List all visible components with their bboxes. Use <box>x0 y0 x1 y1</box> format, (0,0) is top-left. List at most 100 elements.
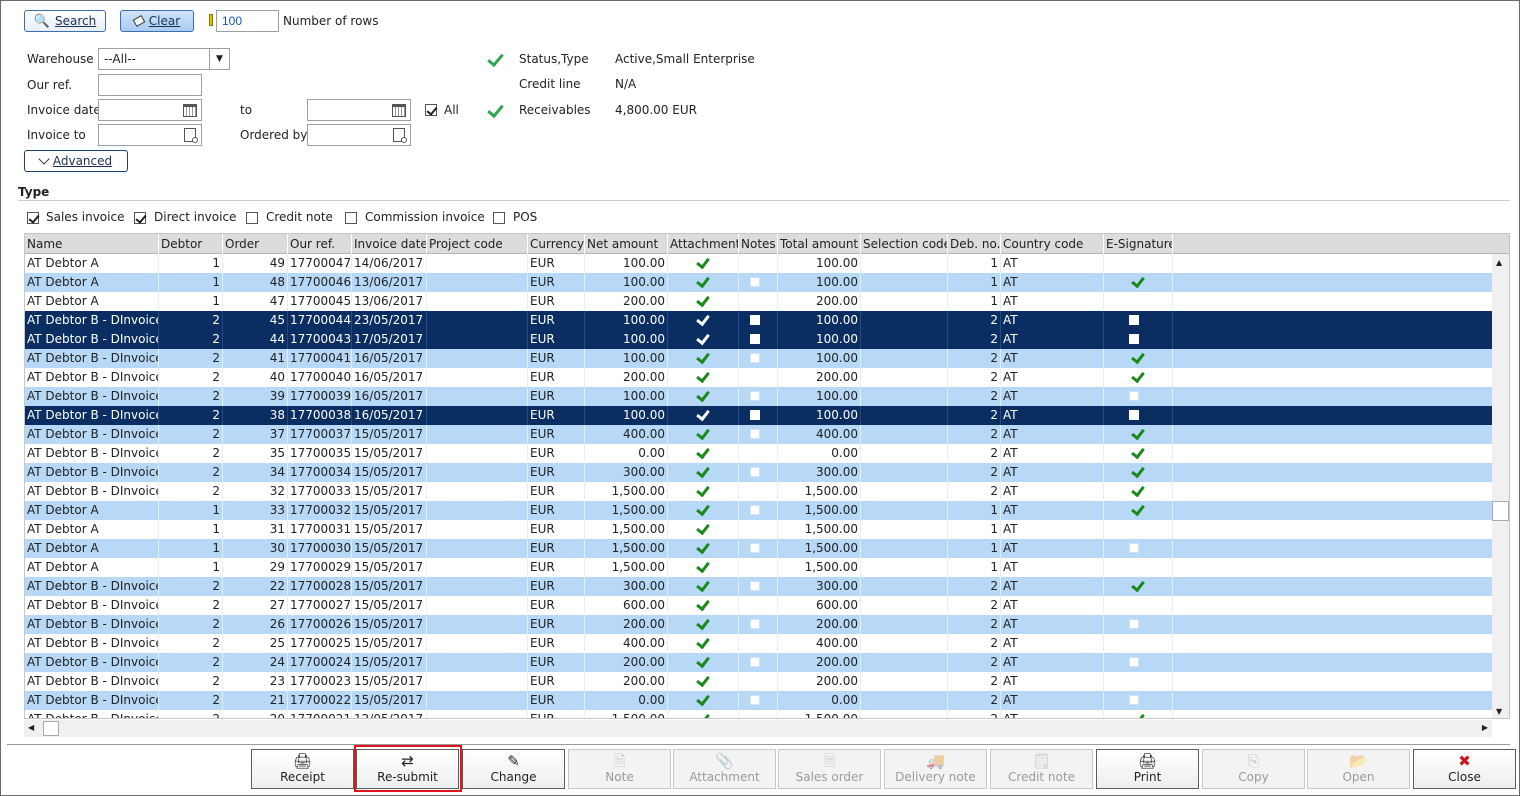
column-header[interactable]: Attachment <box>668 234 739 254</box>
cell-invoice-date: 15/05/2017 <box>352 558 427 577</box>
column-header[interactable]: Debtor <box>159 234 223 254</box>
table-row[interactable]: AT Debtor B - DInvoice 2 41 17700041 16/05/2… <box>25 349 1494 368</box>
table-row[interactable]: AT Debtor B - DInvoice 2 37 17700037 15/05/2… <box>25 425 1494 444</box>
receipt-button[interactable]: 🖨 Receipt <box>251 749 354 789</box>
table-row[interactable]: AT Debtor B - DInvoice 2 21 17700022 15/05/2… <box>25 691 1494 710</box>
table-row[interactable]: AT Debtor B - DInvoice 2 44 17700043 17/05/2… <box>25 330 1494 349</box>
table-row[interactable]: AT Debtor B - DInvoice 2 38 17700038 16/05/2… <box>25 406 1494 425</box>
calendar-icon[interactable] <box>389 100 409 120</box>
credit-note-button[interactable]: 🗒 Credit note <box>990 749 1093 789</box>
table-row[interactable]: AT Debtor A 1 31 17700031 15/05/2017 EUR 1,500… <box>25 520 1494 539</box>
cell-currency: EUR <box>528 615 585 634</box>
warehouse-select[interactable]: --All-- ▼ <box>98 48 230 70</box>
cell-attachment <box>668 501 739 520</box>
close-button[interactable]: ✖ Close <box>1413 749 1516 789</box>
chevron-down-icon[interactable]: ▼ <box>209 49 229 69</box>
scroll-right-icon[interactable]: ▶ <box>1482 723 1488 732</box>
cell-net-amount: 100.00 <box>585 387 668 406</box>
table-row[interactable]: AT Debtor A 1 49 17700047 14/06/2017 EUR 100.0… <box>25 254 1494 273</box>
cell-attachment <box>668 482 739 501</box>
cell-invoice-date: 15/05/2017 <box>352 672 427 691</box>
rows-count-input[interactable] <box>216 10 279 32</box>
column-header[interactable]: Order <box>223 234 288 254</box>
column-header[interactable]: Name <box>25 234 159 254</box>
column-header[interactable]: Deb. no. <box>948 234 1001 254</box>
horizontal-scrollbar[interactable]: ◀ ▶ <box>24 720 1492 737</box>
note-icon: 🗎 <box>613 752 626 770</box>
open-button[interactable]: 📂 Open <box>1307 749 1410 789</box>
scroll-down-icon[interactable]: ▼ <box>1496 707 1502 716</box>
column-header[interactable]: Project code <box>427 234 528 254</box>
all-dates-checkbox[interactable] <box>425 104 437 116</box>
our-ref-input[interactable] <box>98 74 202 96</box>
table-row[interactable]: AT Debtor B - DInvoice 2 26 17700026 15/05/2… <box>25 615 1494 634</box>
scroll-left-icon[interactable]: ◀ <box>28 723 34 732</box>
lookup-search-icon[interactable] <box>389 125 409 145</box>
scrollbar-thumb-h[interactable] <box>43 721 59 736</box>
table-row[interactable]: AT Debtor A 1 48 17700046 13/06/2017 EUR 100.0… <box>25 273 1494 292</box>
cell-our-ref-: 17700045 <box>288 292 352 311</box>
note-button[interactable]: 🗎 Note <box>568 749 671 789</box>
attachment-check-icon <box>696 482 710 498</box>
change-button[interactable]: ✎ Change <box>462 749 565 789</box>
type-checkbox-2[interactable] <box>246 212 258 224</box>
cell-our-ref-: 17700023 <box>288 672 352 691</box>
table-row[interactable]: AT Debtor B - DInvoice 2 45 17700044 23/05/2… <box>25 311 1494 330</box>
attachment-check-icon <box>696 330 710 346</box>
column-header[interactable]: Country code <box>1001 234 1104 254</box>
table-row[interactable]: AT Debtor B - DInvoice 2 32 17700033 15/05/2… <box>25 482 1494 501</box>
cell-notes <box>739 406 778 425</box>
table-row[interactable]: AT Debtor B - DInvoice 2 20 17700021 12/05/2… <box>25 710 1494 718</box>
lookup-search-icon[interactable] <box>180 125 200 145</box>
table-row[interactable]: AT Debtor A 1 30 17700030 15/05/2017 EUR 1,500… <box>25 539 1494 558</box>
calendar-icon[interactable] <box>180 100 200 120</box>
column-header[interactable]: Net amount <box>585 234 668 254</box>
vertical-scrollbar[interactable]: ▲ ▼ <box>1492 254 1509 718</box>
advanced-button[interactable]: Advanced <box>24 150 128 172</box>
scroll-up-icon[interactable]: ▲ <box>1496 258 1502 267</box>
table-row[interactable]: AT Debtor B - DInvoice 2 25 17700025 15/05/2… <box>25 634 1494 653</box>
cell-project-code <box>427 387 528 406</box>
type-checkbox-4[interactable] <box>493 212 505 224</box>
binoculars-icon: 🔍 <box>33 13 50 29</box>
invoice-to-input[interactable] <box>98 124 202 146</box>
column-header[interactable]: Total amount <box>778 234 861 254</box>
type-checkbox-1[interactable] <box>134 212 146 224</box>
column-header[interactable]: Invoice date <box>352 234 427 254</box>
print-button[interactable]: 🖨 Print <box>1096 749 1199 789</box>
search-button[interactable]: 🔍 Search <box>24 10 106 32</box>
ordered-by-input[interactable] <box>307 124 411 146</box>
type-checkbox-0[interactable] <box>27 212 39 224</box>
table-row[interactable]: AT Debtor B - DInvoice 2 34 17700034 15/05/2… <box>25 463 1494 482</box>
cell-total-amount: 200.00 <box>778 672 861 691</box>
copy-button[interactable]: ⎘ Copy <box>1202 749 1305 789</box>
scrollbar-thumb[interactable] <box>1492 501 1509 521</box>
table-row[interactable]: AT Debtor B - DInvoice 2 24 17700024 15/05/2… <box>25 653 1494 672</box>
cell-invoice-date: 15/05/2017 <box>352 539 427 558</box>
delivery-note-button[interactable]: 🚚 Delivery note <box>884 749 987 789</box>
table-row[interactable]: AT Debtor B - DInvoice 2 23 17700023 15/05/2… <box>25 672 1494 691</box>
table-row[interactable]: AT Debtor A 1 33 17700032 15/05/2017 EUR 1,500… <box>25 501 1494 520</box>
column-header[interactable]: Selection code <box>861 234 948 254</box>
clear-button[interactable]: Clear <box>120 10 194 32</box>
cell-project-code <box>427 330 528 349</box>
cell-attachment <box>668 311 739 330</box>
invoice-date-to-input[interactable] <box>307 99 411 121</box>
column-header[interactable]: E-Signature <box>1104 234 1173 254</box>
table-row[interactable]: AT Debtor B - DInvoice 2 40 17700040 16/05/2… <box>25 368 1494 387</box>
table-row[interactable]: AT Debtor A 1 29 17700029 15/05/2017 EUR 1,500… <box>25 558 1494 577</box>
column-header[interactable]: Our ref. <box>288 234 352 254</box>
table-row[interactable]: AT Debtor B - DInvoice 2 39 17700039 16/05/2… <box>25 387 1494 406</box>
cell-total-amount: 400.00 <box>778 425 861 444</box>
cell-net-amount: 1,500.00 <box>585 558 668 577</box>
invoice-date-from-input[interactable] <box>98 99 202 121</box>
table-row[interactable]: AT Debtor B - DInvoice 2 27 17700027 15/05/2… <box>25 596 1494 615</box>
column-header[interactable]: Currency <box>528 234 585 254</box>
column-header[interactable]: Notes <box>739 234 778 254</box>
table-row[interactable]: AT Debtor B - DInvoice 2 35 17700035 15/05/2… <box>25 444 1494 463</box>
attachment-button[interactable]: 📎 Attachment <box>673 749 776 789</box>
table-row[interactable]: AT Debtor B - DInvoice 2 22 17700028 15/05/2… <box>25 577 1494 596</box>
sales-order-button[interactable]: 🗏 Sales order <box>778 749 881 789</box>
type-checkbox-3[interactable] <box>345 212 357 224</box>
table-row[interactable]: AT Debtor A 1 47 17700045 13/06/2017 EUR 200.0… <box>25 292 1494 311</box>
